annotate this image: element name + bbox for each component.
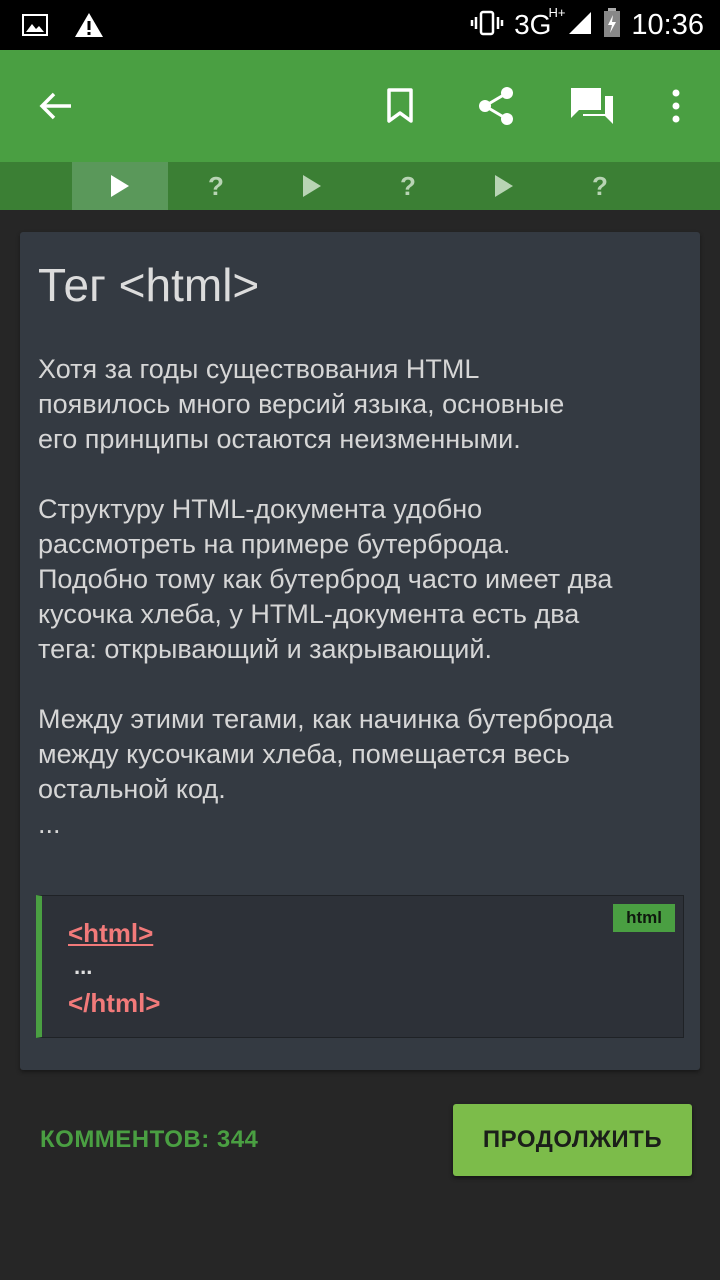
quiz-icon: ? <box>400 170 416 201</box>
quiz-icon: ? <box>592 170 608 201</box>
lesson-card: Тег <html> Хотя за годы существования HT… <box>20 232 700 1070</box>
lesson-steps-bar: ? ? ? <box>0 162 720 210</box>
code-line-close-tag: </html> <box>68 988 161 1018</box>
status-bar: 3G H+ 10:36 <box>0 0 720 50</box>
clock: 10:36 <box>631 8 704 41</box>
continue-button[interactable]: ПРОДОЛЖИТЬ <box>453 1104 692 1176</box>
code-line-open-tag[interactable]: <html> <box>68 918 153 949</box>
step-3-lesson[interactable] <box>264 162 360 210</box>
share-button[interactable] <box>468 78 524 134</box>
more-vert-icon <box>672 89 680 123</box>
play-icon <box>495 175 513 197</box>
step-5-lesson[interactable] <box>456 162 552 210</box>
comments-button[interactable] <box>564 78 620 134</box>
warning-icon <box>74 12 104 43</box>
play-icon <box>111 175 129 197</box>
play-icon <box>303 175 321 197</box>
vibrate-icon <box>470 10 504 41</box>
share-icon <box>479 87 513 125</box>
code-line-ellipsis: ... <box>74 954 93 979</box>
comments-count-link[interactable]: КОММЕНТОВ: 344 <box>40 1126 258 1154</box>
back-arrow-icon <box>39 92 71 120</box>
lesson-body: Хотя за годы существования HTML появилос… <box>38 354 614 839</box>
quiz-icon: ? <box>208 170 224 201</box>
comments-icon <box>571 88 613 124</box>
network-type: 3G H+ <box>514 5 566 40</box>
code-language-badge: html <box>613 904 675 932</box>
bookmark-icon <box>387 88 413 123</box>
signal-icon <box>567 10 593 41</box>
app-bar <box>0 50 720 162</box>
step-4-quiz[interactable]: ? <box>360 162 456 210</box>
battery-charging-icon <box>603 7 621 43</box>
lesson-title: Тег <html> <box>38 259 260 311</box>
back-button[interactable] <box>28 78 84 134</box>
step-2-quiz[interactable]: ? <box>168 162 264 210</box>
bookmark-button[interactable] <box>372 78 428 134</box>
step-1-lesson[interactable] <box>72 162 168 210</box>
more-options-button[interactable] <box>648 78 704 134</box>
code-block: html <html> ... </html> <box>36 895 684 1038</box>
image-notification-icon <box>22 14 48 41</box>
step-6-quiz[interactable]: ? <box>552 162 648 210</box>
